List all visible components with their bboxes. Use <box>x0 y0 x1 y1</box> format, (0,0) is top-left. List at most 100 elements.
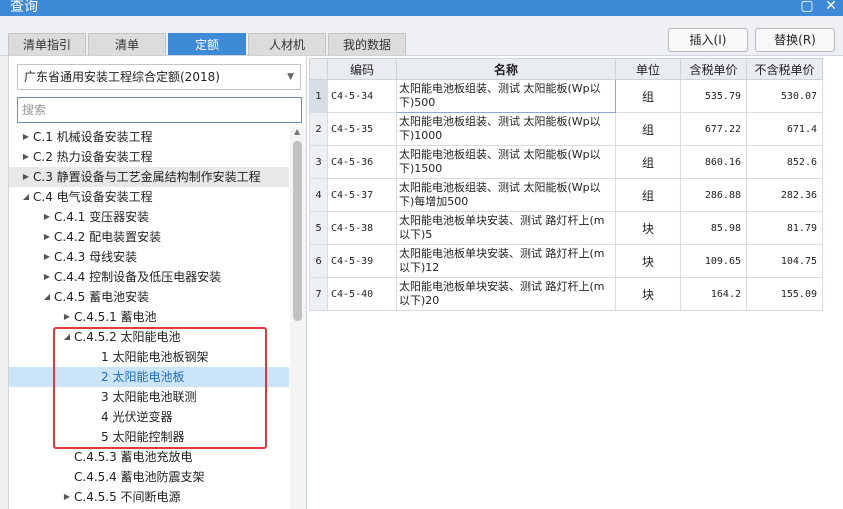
name-cell: 太阳能电池板组装、测试 太阳能板(Wp以下)500 <box>396 79 616 113</box>
row-index-cell: 4 <box>309 178 328 212</box>
tree-node[interactable]: ▶ C.3 静置设备与工艺金属结构制作安装工程 <box>9 167 289 187</box>
unit-cell: 组 <box>615 145 681 179</box>
tree-node[interactable]: ▶ C.4.1 变压器安装 <box>9 207 289 227</box>
tree-node[interactable]: 5 太阳能控制器 <box>9 427 289 447</box>
price-notax-cell: 530.07 <box>746 79 823 113</box>
expand-arrow-icon[interactable]: ▶ <box>62 487 72 507</box>
table-row[interactable]: 2 C4-5-35 太阳能电池板组装、测试 太阳能板(Wp以下)1000 组 677.2… <box>309 112 823 146</box>
close-icon[interactable]: ✕ <box>823 0 839 15</box>
price-tax-cell: 109.65 <box>680 244 747 278</box>
quota-library-select[interactable]: 广东省通用安装工程综合定额(2018) ▼ <box>17 64 301 90</box>
scroll-up-icon[interactable]: ▲ <box>294 127 300 136</box>
insert-button[interactable]: 插入(I) <box>668 28 748 52</box>
code-cell: C4-5-35 <box>327 112 397 146</box>
search-input[interactable] <box>17 97 302 123</box>
tree-node[interactable]: ▶ C.4.2 配电装置安装 <box>9 227 289 247</box>
name-cell: 太阳能电池板组装、测试 太阳能板(Wp以下)1500 <box>396 145 616 179</box>
price-tax-cell: 164.2 <box>680 277 747 311</box>
name-cell: 太阳能电池板组装、测试 太阳能板(Wp以下)1000 <box>396 112 616 146</box>
tree-node[interactable]: ◢ C.4.5.2 太阳能电池 <box>9 327 289 347</box>
collapse-arrow-icon[interactable]: ◢ <box>21 187 31 207</box>
tree-node[interactable]: ▶ C.4.4 控制设备及低压电器安装 <box>9 267 289 287</box>
unit-cell: 块 <box>615 244 681 278</box>
tab-quota[interactable]: 定额 <box>168 33 246 55</box>
tree-node-label: C.4.5.5 不间断电源 <box>74 490 181 504</box>
tree-node-label: 4 光伏逆变器 <box>101 410 173 424</box>
expand-arrow-icon[interactable]: ▶ <box>21 127 31 147</box>
row-index-cell: 1 <box>309 79 328 113</box>
column-header-code[interactable]: 编码 <box>327 58 397 80</box>
price-tax-cell: 85.98 <box>680 211 747 245</box>
unit-cell: 组 <box>615 178 681 212</box>
tree-node[interactable]: C.4.5.4 蓄电池防震支架 <box>9 467 289 487</box>
tree-node[interactable]: ▶ C.4.5.1 蓄电池 <box>9 307 289 327</box>
code-cell: C4-5-34 <box>327 79 397 113</box>
tree-node-label: C.4.5 蓄电池安装 <box>54 290 150 304</box>
expand-arrow-icon[interactable]: ▶ <box>42 247 52 267</box>
table-row[interactable]: 1 C4-5-34 太阳能电池板组装、测试 太阳能板(Wp以下)500 组 535.79… <box>309 79 823 113</box>
tree-node[interactable]: 3 太阳能电池联测 <box>9 387 289 407</box>
row-index-cell: 6 <box>309 244 328 278</box>
chapter-tree: ▶ C.1 机械设备安装工程 ▶ C.2 热力设备安装工程 ▶ C.3 静置设备与工艺金属… <box>9 127 289 509</box>
name-cell: 太阳能电池板单块安装、测试 路灯杆上(m以下)20 <box>396 277 616 311</box>
tree-node[interactable]: ▶ C.1 机械设备安装工程 <box>9 127 289 147</box>
tab-bill-guide[interactable]: 清单指引 <box>8 33 86 55</box>
quota-library-value: 广东省通用安装工程综合定额(2018) <box>24 70 220 84</box>
tree-node-label: C.4.5.1 蓄电池 <box>74 310 157 324</box>
tree-node-label: C.4.5.2 太阳能电池 <box>74 330 181 344</box>
row-index-cell: 3 <box>309 145 328 179</box>
column-header-unit[interactable]: 单位 <box>615 58 681 80</box>
price-notax-cell: 155.09 <box>746 277 823 311</box>
tree-node[interactable]: ◢ C.4 电气设备安装工程 <box>9 187 289 207</box>
tree-node[interactable]: ▶ C.4.3 母线安装 <box>9 247 289 267</box>
tree-node[interactable]: 1 太阳能电池板钢架 <box>9 347 289 367</box>
price-notax-cell: 81.79 <box>746 211 823 245</box>
column-header-price-tax[interactable]: 含税单价 <box>680 58 747 80</box>
column-header-price-notax[interactable]: 不含税单价 <box>746 58 823 80</box>
tree-node[interactable]: 4 光伏逆变器 <box>9 407 289 427</box>
code-cell: C4-5-37 <box>327 178 397 212</box>
name-cell: 太阳能电池板组装、测试 太阳能板(Wp以下)每增加500 <box>396 178 616 212</box>
expand-arrow-icon[interactable]: ▶ <box>42 227 52 247</box>
expand-arrow-icon[interactable]: ▶ <box>62 307 72 327</box>
unit-cell: 组 <box>615 112 681 146</box>
tree-node[interactable]: ◢ C.4.5 蓄电池安装 <box>9 287 289 307</box>
code-cell: C4-5-36 <box>327 145 397 179</box>
expand-arrow-icon[interactable]: ▶ <box>42 267 52 287</box>
price-notax-cell: 671.4 <box>746 112 823 146</box>
tree-node-label: C.1 机械设备安装工程 <box>33 130 153 144</box>
unit-cell: 块 <box>615 277 681 311</box>
column-header-name[interactable]: 名称 <box>396 58 616 80</box>
quota-tree-panel: 广东省通用安装工程综合定额(2018) ▼ ▶C.1 机械设备安装工程▶C.2 … <box>8 56 307 509</box>
collapse-arrow-icon[interactable]: ◢ <box>42 287 52 307</box>
tree-node[interactable]: ▶ C.2 热力设备安装工程 <box>9 147 289 167</box>
expand-arrow-icon[interactable]: ▶ <box>42 207 52 227</box>
table-row[interactable]: 3 C4-5-36 太阳能电池板组装、测试 太阳能板(Wp以下)1500 组 860.1… <box>309 145 823 179</box>
tree-node-label: 3 太阳能电池联测 <box>101 390 197 404</box>
tree-scrollbar[interactable]: ▲ <box>290 127 306 509</box>
expand-arrow-icon[interactable]: ▶ <box>21 147 31 167</box>
table-row[interactable]: 4 C4-5-37 太阳能电池板组装、测试 太阳能板(Wp以下)每增加500 组 286… <box>309 178 823 212</box>
scrollbar-thumb[interactable] <box>293 141 302 321</box>
tree-node-label: C.4.5.3 蓄电池充放电 <box>74 450 193 464</box>
tab-labor-material[interactable]: 人材机 <box>248 33 326 55</box>
tab-bill[interactable]: 清单 <box>88 33 166 55</box>
table-row[interactable]: 7 C4-5-40 太阳能电池板单块安装、测试 路灯杆上(m以下)20 块 164.2 1… <box>309 277 823 311</box>
column-header-index <box>309 58 328 80</box>
restore-icon[interactable]: ▢ <box>799 0 815 15</box>
tree-node[interactable]: 2 太阳能电池板 <box>9 367 289 387</box>
collapse-arrow-icon[interactable]: ◢ <box>62 327 72 347</box>
replace-button[interactable]: 替换(R) <box>755 28 835 52</box>
tab-my-data[interactable]: 我的数据 <box>328 33 406 55</box>
name-cell: 太阳能电池板单块安装、测试 路灯杆上(m以下)5 <box>396 211 616 245</box>
quota-table: 编码 名称 单位 含税单价 不含税单价 1 C4-5-34 太阳能电池板组装、测试 … <box>309 58 823 311</box>
tree-node[interactable]: ▶ C.4.5.5 不间断电源 <box>9 487 289 507</box>
name-cell: 太阳能电池板单块安装、测试 路灯杆上(m以下)12 <box>396 244 616 278</box>
price-tax-cell: 535.79 <box>680 79 747 113</box>
table-header-row: 编码 名称 单位 含税单价 不含税单价 <box>309 58 823 80</box>
tab-bar: 清单指引 清单 定额 人材机 我的数据 插入(I) 替换(R) <box>0 16 843 56</box>
table-row[interactable]: 6 C4-5-39 太阳能电池板单块安装、测试 路灯杆上(m以下)12 块 109.65… <box>309 244 823 278</box>
expand-arrow-icon[interactable]: ▶ <box>21 167 31 187</box>
tree-node[interactable]: C.4.5.3 蓄电池充放电 <box>9 447 289 467</box>
table-row[interactable]: 5 C4-5-38 太阳能电池板单块安装、测试 路灯杆上(m以下)5 块 85.98 81… <box>309 211 823 245</box>
